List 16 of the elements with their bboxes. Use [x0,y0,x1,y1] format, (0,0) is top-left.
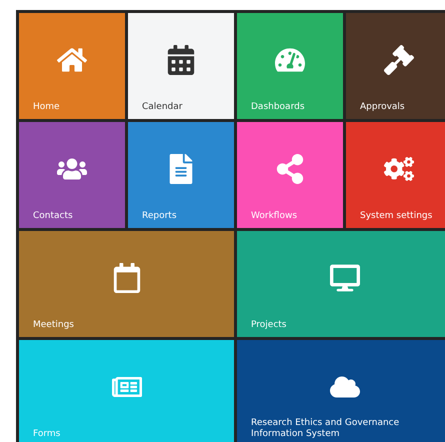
monitor-icon [330,262,360,293]
menu-tile[interactable]: Dashboards [237,13,343,119]
share-icon [275,154,305,184]
calendar-icon [112,262,142,293]
menu-tile[interactable]: Workflows [237,122,343,228]
calendar-icon [166,44,196,75]
menu-tile[interactable]: System settings [346,122,445,228]
menu-tile[interactable]: Calendar [128,13,234,119]
menu-tile[interactable]: Contacts [19,122,125,228]
menu-tile[interactable]: Meetings [19,231,234,337]
menu-tile[interactable]: Home [19,13,125,119]
menu-tile[interactable]: Research Ethics and Governance Information System [237,340,445,442]
menu-tile[interactable]: Approvals [346,13,445,119]
gavel-icon [384,44,414,75]
menu-tile[interactable]: Projects [237,231,445,337]
menu-tile[interactable]: Reports [128,122,234,228]
